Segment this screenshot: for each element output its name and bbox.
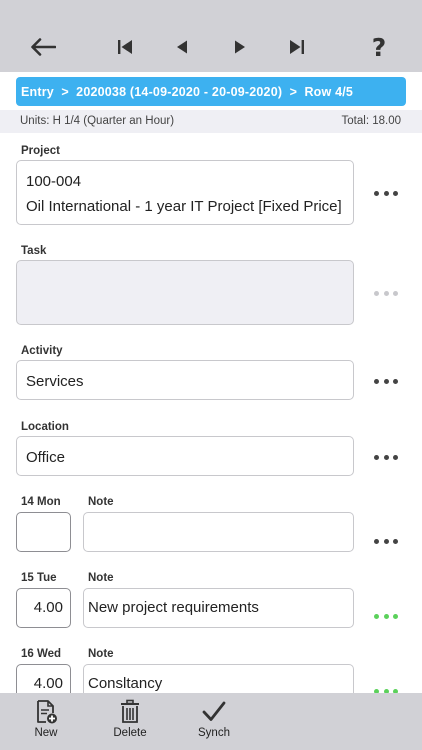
- location-label: Location: [21, 421, 69, 433]
- day-more-icon[interactable]: [374, 611, 398, 621]
- new-label: New: [34, 727, 58, 739]
- total-text: Total: 18.00: [341, 115, 401, 127]
- activity-label: Activity: [21, 345, 63, 357]
- previous-record-icon[interactable]: [171, 30, 193, 64]
- note-input[interactable]: [83, 512, 354, 552]
- units-bar: Units: H 1/4 (Quarter an Hour) Total: 18…: [0, 110, 422, 133]
- breadcrumb-row: Row 4/5: [304, 84, 354, 99]
- project-field[interactable]: 100-004 Oil International - 1 year IT Pr…: [16, 160, 354, 225]
- breadcrumb-separator: >: [289, 84, 298, 99]
- last-record-icon[interactable]: [286, 30, 308, 64]
- day-more-icon[interactable]: [374, 536, 398, 546]
- day-label: 14 Mon: [21, 496, 61, 508]
- units-text: Units: H 1/4 (Quarter an Hour): [20, 115, 175, 127]
- day-label: 16 Wed: [21, 648, 62, 660]
- first-record-icon[interactable]: [114, 30, 136, 64]
- activity-field[interactable]: Services: [16, 360, 354, 400]
- breadcrumb-separator: >: [61, 84, 69, 99]
- synch-button[interactable]: Synch: [194, 699, 234, 739]
- help-button[interactable]: ?: [366, 30, 392, 64]
- note-label: Note: [88, 648, 114, 660]
- next-record-icon[interactable]: [229, 30, 251, 64]
- hours-input[interactable]: [16, 512, 71, 552]
- new-document-icon: [37, 700, 57, 724]
- top-navigation-bar: ?: [0, 0, 422, 72]
- checkmark-icon: [202, 701, 226, 721]
- location-value: Office: [26, 449, 65, 466]
- breadcrumb[interactable]: Entry > 2020038 (14-09-2020 - 20-09-2020…: [16, 77, 406, 106]
- back-arrow-icon[interactable]: [28, 30, 58, 64]
- activity-more-icon[interactable]: [374, 376, 398, 386]
- note-label: Note: [88, 496, 114, 508]
- bottom-toolbar: New Delete Synch: [0, 693, 422, 750]
- location-field[interactable]: Office: [16, 436, 354, 476]
- task-more-icon: [374, 288, 398, 298]
- trash-icon: [121, 699, 139, 723]
- breadcrumb-entry[interactable]: Entry: [21, 85, 54, 99]
- day-label: 15 Tue: [21, 572, 57, 584]
- new-button[interactable]: New: [30, 699, 62, 739]
- delete-button[interactable]: Delete: [110, 699, 150, 739]
- note-label: Note: [88, 572, 114, 584]
- location-more-icon[interactable]: [374, 452, 398, 462]
- task-label: Task: [21, 245, 47, 257]
- project-more-icon[interactable]: [374, 188, 398, 198]
- note-input[interactable]: New project requirements: [83, 588, 354, 628]
- breadcrumb-period[interactable]: 2020038 (14-09-2020 - 20-09-2020): [76, 85, 282, 99]
- project-code: 100-004: [26, 173, 82, 190]
- synch-label: Synch: [198, 727, 230, 739]
- task-field: [16, 260, 354, 325]
- project-label: Project: [21, 145, 60, 157]
- project-name: Oil International - 1 year IT Project [F…: [26, 198, 342, 215]
- delete-label: Delete: [113, 727, 147, 739]
- hours-input[interactable]: 4.00: [16, 588, 71, 628]
- activity-value: Services: [26, 373, 84, 390]
